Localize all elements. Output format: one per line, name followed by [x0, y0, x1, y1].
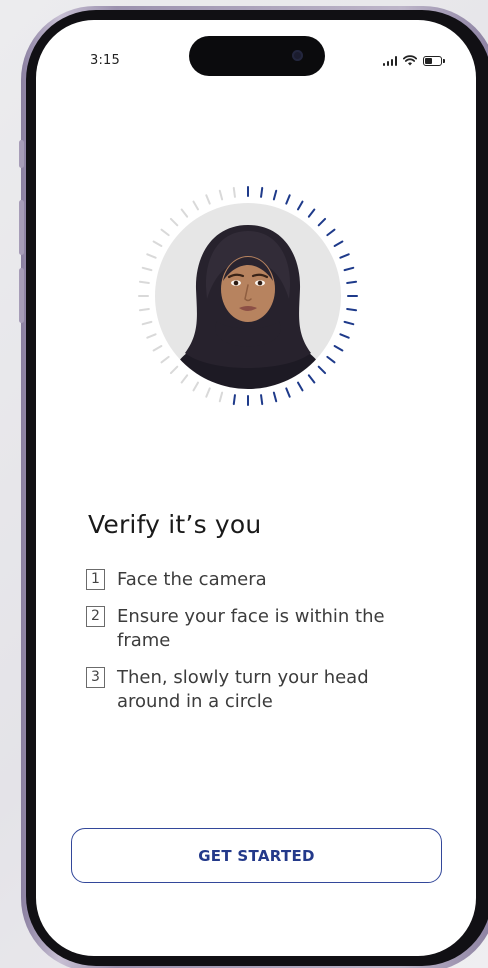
- progress-tick: [141, 320, 153, 326]
- side-button-volume-up: [19, 200, 24, 255]
- dynamic-island: [189, 36, 325, 76]
- face-preview: [155, 203, 341, 389]
- progress-tick-active: [260, 186, 264, 198]
- progress-tick: [218, 391, 224, 403]
- list-item: 3 Then, slowly turn your head around in …: [86, 666, 426, 714]
- phone-screen: 3:15 Verify it’s you 1 Face the camera 2…: [36, 20, 476, 956]
- progress-tick-active: [285, 387, 291, 398]
- progress-tick: [205, 387, 211, 398]
- list-item: 2 Ensure your face is within the frame: [86, 605, 426, 653]
- progress-tick-active: [272, 391, 278, 403]
- user-portrait-image: [165, 225, 331, 389]
- battery-icon: [423, 56, 445, 66]
- step-number: 3: [86, 667, 105, 688]
- step-text: Ensure your face is within the frame: [117, 606, 385, 651]
- progress-tick: [232, 186, 236, 198]
- step-text: Face the camera: [117, 569, 267, 590]
- get-started-button[interactable]: GET STARTED: [71, 828, 442, 883]
- progress-tick: [218, 189, 224, 201]
- instruction-list: 1 Face the camera 2 Ensure your face is …: [86, 568, 426, 727]
- progress-tick: [138, 308, 150, 312]
- progress-tick-active: [260, 394, 264, 406]
- battery-level-fill: [425, 58, 432, 64]
- progress-tick-active: [339, 333, 350, 339]
- step-text: Then, slowly turn your head around in a …: [117, 667, 369, 712]
- signal-icon: [382, 56, 397, 66]
- progress-tick-active: [272, 189, 278, 201]
- progress-tick-active: [232, 394, 236, 406]
- wifi-icon: [403, 55, 417, 66]
- side-button-action: [19, 140, 24, 168]
- progress-tick-active: [346, 280, 358, 284]
- status-time: 3:15: [90, 53, 120, 68]
- status-icons: [382, 55, 445, 66]
- side-button-volume-down: [19, 268, 24, 323]
- front-camera-icon: [292, 50, 303, 61]
- page-title: Verify it’s you: [88, 510, 262, 539]
- progress-tick-active: [346, 308, 358, 312]
- progress-tick: [138, 280, 150, 284]
- step-number: 1: [86, 569, 105, 590]
- progress-tick: [141, 266, 153, 272]
- progress-tick-active: [343, 320, 355, 326]
- step-number: 2: [86, 606, 105, 627]
- list-item: 1 Face the camera: [86, 568, 426, 592]
- progress-tick-active: [339, 253, 350, 259]
- progress-tick-active: [343, 266, 355, 272]
- face-scanner: [128, 176, 368, 416]
